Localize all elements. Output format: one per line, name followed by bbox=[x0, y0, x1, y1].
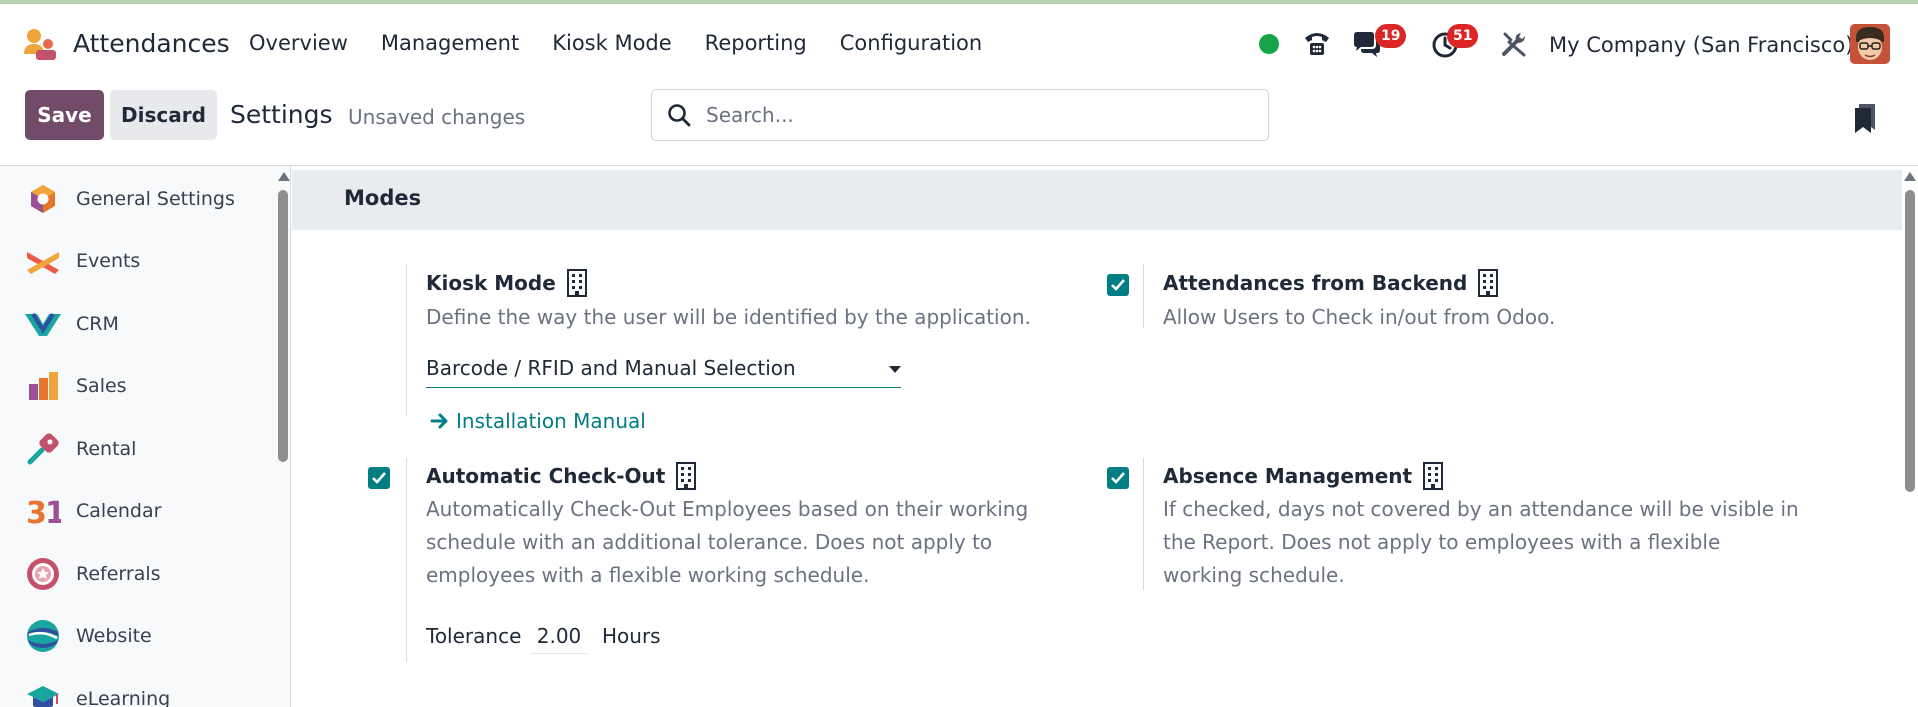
automatic-checkout-checkbox[interactable] bbox=[368, 467, 390, 489]
absence-management-checkbox[interactable] bbox=[1107, 467, 1129, 489]
setting-divider bbox=[406, 458, 407, 662]
crm-icon bbox=[24, 305, 62, 343]
kiosk-mode-selected-value: Barcode / RFID and Manual Selection bbox=[426, 356, 796, 380]
events-icon bbox=[24, 242, 62, 280]
checkmark-icon bbox=[1111, 279, 1125, 291]
sidebar-item-label: eLearning bbox=[76, 688, 171, 707]
kiosk-mode-title-text: Kiosk Mode bbox=[426, 271, 556, 295]
save-button[interactable]: Save bbox=[25, 90, 104, 140]
company-building-icon bbox=[676, 462, 697, 490]
website-icon bbox=[24, 617, 62, 655]
sidebar-item-rental[interactable]: Rental bbox=[0, 421, 270, 477]
calendar-icon: 3 1 bbox=[24, 492, 62, 530]
sidebar-item-sales[interactable]: Sales bbox=[0, 358, 270, 414]
absence-management-title-text: Absence Management bbox=[1163, 464, 1413, 488]
sidebar-item-label: Calendar bbox=[76, 500, 162, 522]
sidebar-item-calendar[interactable]: 3 1 Calendar bbox=[0, 483, 270, 539]
sidebar-item-label: CRM bbox=[76, 313, 119, 335]
rental-icon bbox=[24, 430, 62, 468]
arrow-right-icon bbox=[430, 413, 448, 429]
menu-reporting[interactable]: Reporting bbox=[705, 31, 807, 55]
attendances-backend-checkbox[interactable] bbox=[1107, 274, 1129, 296]
sidebar-scroll-up-icon[interactable] bbox=[278, 172, 290, 181]
sidebar-item-label: General Settings bbox=[76, 188, 235, 210]
company-building-icon bbox=[1423, 462, 1444, 490]
automatic-checkout-setting-title: Automatic Check-Out bbox=[426, 462, 697, 490]
search-box[interactable] bbox=[651, 89, 1269, 141]
presence-status-dot[interactable] bbox=[1259, 34, 1279, 54]
company-building-icon bbox=[566, 269, 587, 297]
automatic-checkout-description: Automatically Check-Out Employees based … bbox=[426, 497, 1029, 587]
checkmark-icon bbox=[1111, 472, 1125, 484]
settings-main: Modes Kiosk Mode Define the way the user… bbox=[292, 166, 1902, 707]
user-avatar[interactable] bbox=[1850, 24, 1890, 64]
section-header: Modes bbox=[292, 170, 1902, 230]
general-settings-icon bbox=[24, 180, 62, 218]
kiosk-mode-setting-title: Kiosk Mode bbox=[426, 269, 588, 297]
sidebar-scroll-thumb[interactable] bbox=[278, 190, 288, 462]
absence-management-setting-title: Absence Management bbox=[1163, 462, 1444, 490]
setting-divider bbox=[1143, 264, 1144, 328]
tolerance-input[interactable] bbox=[530, 618, 588, 654]
sidebar-item-general-settings[interactable]: General Settings bbox=[0, 171, 270, 227]
svg-text:1: 1 bbox=[45, 496, 61, 527]
page-title: Settings bbox=[230, 100, 333, 129]
main-scroll-thumb[interactable] bbox=[1905, 190, 1915, 492]
kiosk-mode-description: Define the way the user will be identifi… bbox=[426, 305, 1031, 329]
elearning-icon bbox=[24, 680, 62, 707]
activities-count-badge: 51 bbox=[1447, 24, 1479, 48]
attendances-backend-setting-title: Attendances from Backend bbox=[1163, 269, 1499, 297]
menu-management[interactable]: Management bbox=[381, 31, 519, 55]
absence-management-description: If checked, days not covered by an atten… bbox=[1163, 497, 1799, 587]
sidebar-item-events[interactable]: Events bbox=[0, 233, 270, 289]
favorites-bookmark-icon[interactable] bbox=[1853, 102, 1879, 134]
referrals-icon bbox=[24, 555, 62, 593]
top-navbar: Attendances Overview Management Kiosk Mo… bbox=[0, 4, 1918, 80]
sales-icon bbox=[24, 367, 62, 405]
settings-sidebar: General Settings Events CRM Sales Rental… bbox=[0, 166, 291, 707]
tolerance-label: Tolerance bbox=[426, 624, 522, 648]
attendances-backend-description: Allow Users to Check in/out from Odoo. bbox=[1163, 305, 1556, 329]
installation-manual-link[interactable]: Installation Manual bbox=[430, 409, 646, 433]
menu-overview[interactable]: Overview bbox=[249, 31, 348, 55]
messages-count-badge: 19 bbox=[1375, 24, 1407, 48]
tolerance-unit: Hours bbox=[602, 624, 661, 648]
sidebar-item-label: Referrals bbox=[76, 563, 161, 585]
phone-icon[interactable] bbox=[1300, 26, 1334, 60]
search-input[interactable] bbox=[706, 103, 1246, 127]
svg-text:3: 3 bbox=[26, 496, 47, 527]
attendances-app-icon[interactable] bbox=[22, 28, 58, 62]
attendances-backend-title-text: Attendances from Backend bbox=[1163, 271, 1468, 295]
menu-kiosk-mode[interactable]: Kiosk Mode bbox=[552, 31, 671, 55]
company-building-icon bbox=[1478, 269, 1499, 297]
automatic-checkout-title-text: Automatic Check-Out bbox=[426, 464, 666, 488]
sidebar-item-label: Website bbox=[76, 625, 152, 647]
installation-manual-link-text: Installation Manual bbox=[456, 409, 646, 433]
kiosk-mode-select[interactable]: Barcode / RFID and Manual Selection bbox=[426, 350, 901, 388]
menu-configuration[interactable]: Configuration bbox=[840, 31, 982, 55]
section-title: Modes bbox=[344, 186, 422, 210]
company-switcher[interactable]: My Company (San Francisco) bbox=[1549, 33, 1853, 57]
sidebar-item-elearning[interactable]: eLearning bbox=[0, 671, 270, 707]
unsaved-changes-status: Unsaved changes bbox=[348, 105, 526, 129]
sidebar-item-referrals[interactable]: Referrals bbox=[0, 546, 270, 602]
chevron-down-icon bbox=[889, 366, 901, 373]
app-name[interactable]: Attendances bbox=[73, 29, 230, 58]
search-icon bbox=[668, 104, 691, 127]
sidebar-item-label: Rental bbox=[76, 438, 137, 460]
checkmark-icon bbox=[372, 472, 386, 484]
debug-tools-icon[interactable] bbox=[1497, 27, 1531, 61]
main-menu: Overview Management Kiosk Mode Reporting… bbox=[249, 31, 1015, 55]
setting-divider bbox=[406, 264, 407, 416]
discard-button[interactable]: Discard bbox=[110, 90, 217, 140]
sidebar-item-label: Events bbox=[76, 250, 141, 272]
sidebar-item-crm[interactable]: CRM bbox=[0, 296, 270, 352]
sidebar-item-website[interactable]: Website bbox=[0, 608, 270, 664]
sidebar-item-label: Sales bbox=[76, 375, 127, 397]
control-panel: Save Discard Settings Unsaved changes bbox=[0, 80, 1918, 166]
setting-divider bbox=[1143, 458, 1144, 590]
main-scroll-up-icon[interactable] bbox=[1904, 172, 1916, 181]
